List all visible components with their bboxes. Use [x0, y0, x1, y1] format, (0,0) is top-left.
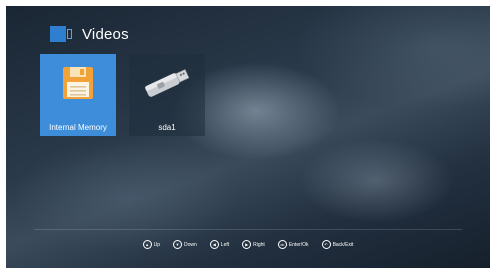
- hint-right: ▶ Right: [242, 240, 265, 249]
- hint-label: Left: [220, 241, 230, 248]
- ok-icon: ok: [277, 240, 287, 249]
- hint-left: ◀ Left: [209, 240, 230, 249]
- tile-label: Internal Memory: [49, 123, 107, 132]
- hint-down: ▼ Down: [173, 240, 197, 249]
- hint-label: Up: [153, 241, 160, 248]
- back-icon: ↶: [321, 240, 331, 249]
- right-icon: ▶: [242, 240, 252, 249]
- up-icon: ▲: [142, 240, 152, 249]
- tile-sda1[interactable]: sda1: [129, 54, 205, 136]
- remote-hints: ▲ Up ▼ Down ◀ Left ▶ Right ok Enter/Ok ↶…: [6, 240, 490, 249]
- media-browser-screen: Videos Internal Memory sda1 ▲ Up ▼ Down …: [6, 6, 490, 268]
- down-icon: ▼: [173, 240, 182, 249]
- hint-label: Back/Exit: [332, 241, 354, 248]
- storage-list: Internal Memory sda1: [40, 54, 205, 136]
- hint-label: Right: [253, 241, 265, 248]
- tile-internal-memory[interactable]: Internal Memory: [40, 54, 116, 136]
- floppy-disk-icon: [63, 67, 93, 104]
- tile-label: sda1: [158, 123, 176, 132]
- footer-divider: [34, 229, 462, 230]
- page-title: Videos: [82, 25, 129, 43]
- left-icon: ◀: [209, 240, 219, 249]
- hint-label: Enter/Ok: [288, 241, 309, 248]
- hint-label: Down: [184, 241, 197, 248]
- page-header: Videos: [50, 24, 129, 44]
- hint-up: ▲ Up: [142, 240, 160, 249]
- usb-drive-icon: [141, 66, 193, 105]
- hint-enter: ok Enter/Ok: [277, 240, 309, 249]
- video-icon: [50, 26, 72, 42]
- hint-back: ↶ Back/Exit: [321, 240, 354, 249]
